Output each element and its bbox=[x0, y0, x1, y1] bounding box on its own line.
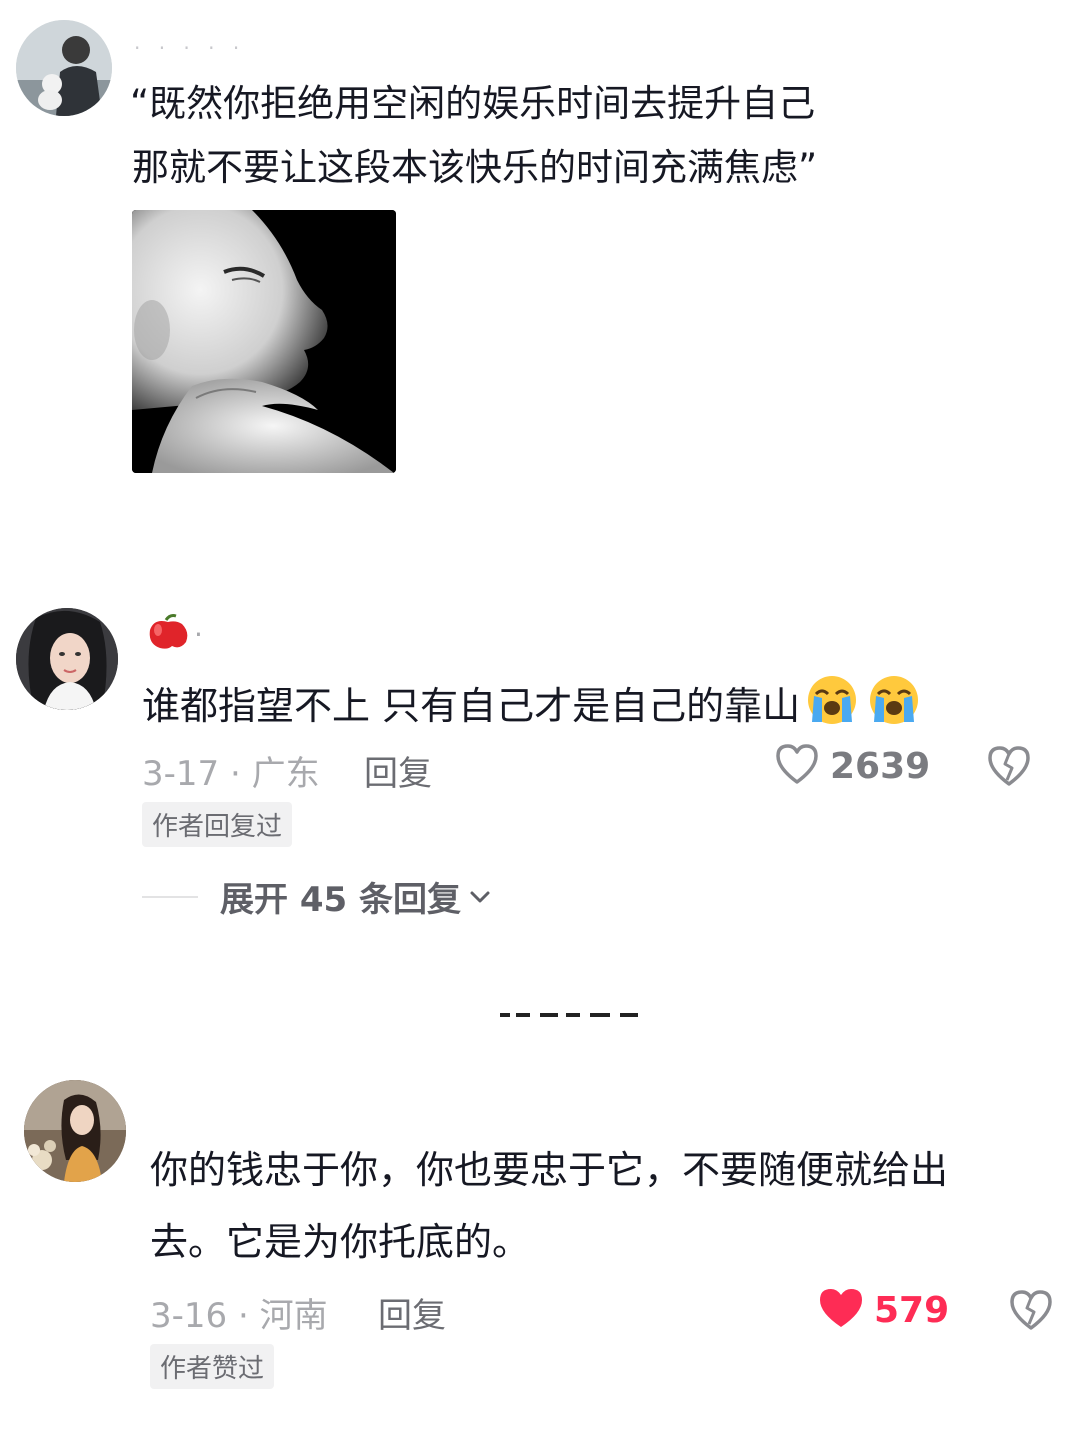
comment-2-text-line-1: 你的钱忠于你，你也要忠于它，不要随便就给出 bbox=[150, 1148, 949, 1192]
comment-2-date-location: 3-16 · 河南 bbox=[150, 1296, 328, 1336]
comment-1-date-location: 3-17 · 广东 bbox=[142, 754, 320, 794]
loudly-crying-face-icon bbox=[866, 674, 922, 737]
comment-1-expand-replies[interactable]: 展开 45 条回复 bbox=[142, 872, 491, 921]
post-quote-line-1: “既然你拒绝用空闲的娱乐时间去提升自己 bbox=[130, 82, 816, 125]
comment-2-like-button[interactable]: 579 bbox=[818, 1286, 949, 1334]
comment-1-text: 谁都指望不上 只有自己才是自己的靠山 bbox=[142, 674, 922, 737]
comment-1-author-replied-badge: 作者回复过 bbox=[142, 802, 293, 847]
cropped-text-fragment bbox=[500, 1004, 642, 1017]
post-quote-line-2: 那就不要让这段本该快乐的时间充满焦虑” bbox=[132, 146, 818, 189]
expand-replies-label: 展开 45 条回复 bbox=[220, 880, 461, 920]
comment-2-avatar[interactable] bbox=[24, 1080, 126, 1182]
broken-heart-icon bbox=[986, 746, 1032, 792]
post-image-baby[interactable] bbox=[132, 210, 396, 473]
comment-1-reply-button[interactable]: 回复 bbox=[364, 746, 432, 795]
comment-1-like-button[interactable]: 2639 bbox=[774, 742, 930, 790]
post-author-name[interactable]: · · · · · bbox=[134, 36, 245, 60]
expand-divider-line bbox=[142, 895, 198, 898]
comment-1-avatar[interactable] bbox=[16, 608, 118, 710]
comment-2-author-liked-badge: 作者赞过 bbox=[150, 1344, 275, 1389]
comment-2-text-line-2: 去。它是为你托底的。 bbox=[150, 1220, 531, 1264]
heart-outline-icon bbox=[774, 742, 820, 790]
heart-filled-icon bbox=[818, 1286, 864, 1334]
comment-2-dislike-button[interactable] bbox=[1008, 1288, 1054, 1336]
comment-1-dislike-button[interactable] bbox=[986, 744, 1032, 792]
comment-1-like-count: 2639 bbox=[830, 745, 931, 787]
chevron-down-icon bbox=[469, 889, 491, 909]
comment-2-like-count: 579 bbox=[874, 1289, 950, 1331]
apple-icon bbox=[146, 612, 190, 656]
comment-2-reply-button[interactable]: 回复 bbox=[378, 1288, 446, 1337]
loudly-crying-face-icon bbox=[804, 674, 860, 737]
broken-heart-icon bbox=[1008, 1290, 1054, 1336]
post-author-avatar[interactable] bbox=[16, 20, 112, 116]
comment-1-username[interactable]: · bbox=[146, 612, 203, 656]
comment-1-username-text: · bbox=[194, 617, 203, 651]
